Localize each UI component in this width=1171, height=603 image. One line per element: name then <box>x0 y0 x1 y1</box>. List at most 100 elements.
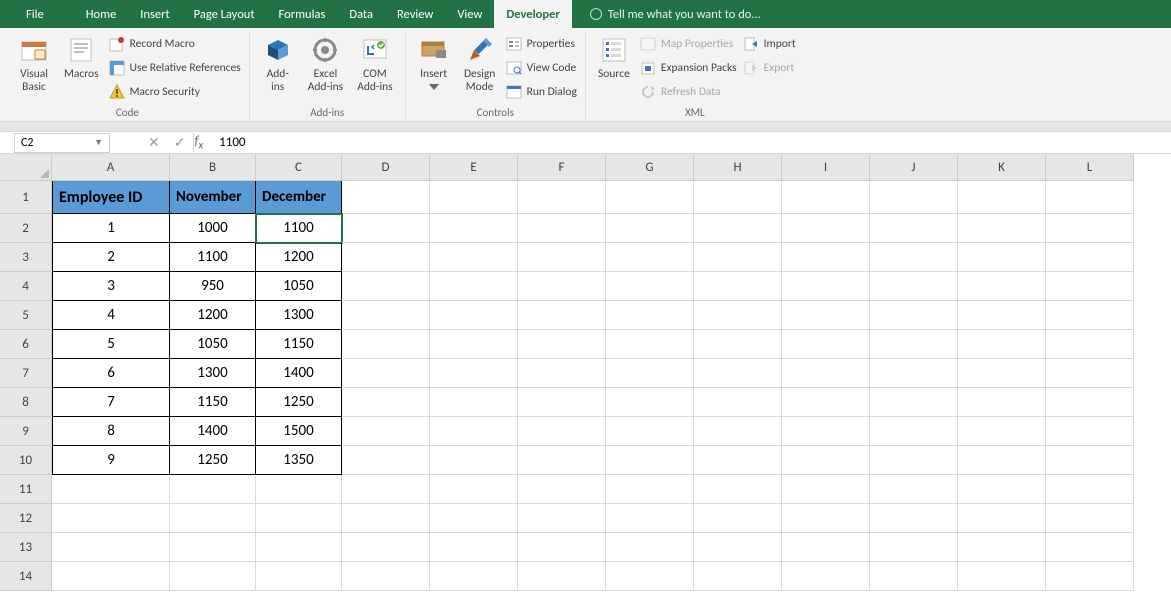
cell[interactable] <box>694 475 782 504</box>
cell[interactable] <box>518 417 606 446</box>
cell[interactable]: 1100 <box>256 214 342 243</box>
run-dialog-button[interactable]: Run Dialog <box>506 82 577 102</box>
cell[interactable]: November <box>170 181 256 214</box>
cell[interactable] <box>342 562 430 591</box>
cell[interactable] <box>958 181 1046 214</box>
cell[interactable] <box>342 330 430 359</box>
xml-source-button[interactable]: Source <box>594 32 634 106</box>
name-box[interactable]: C2 ▼ <box>14 133 110 153</box>
cell[interactable] <box>606 214 694 243</box>
cell[interactable] <box>606 330 694 359</box>
cell[interactable] <box>518 301 606 330</box>
cell[interactable] <box>430 272 518 301</box>
row-header[interactable]: 10 <box>0 446 52 475</box>
row-header[interactable]: 1 <box>0 181 52 214</box>
cell[interactable] <box>430 301 518 330</box>
cell[interactable] <box>430 359 518 388</box>
cell[interactable] <box>342 533 430 562</box>
cell[interactable]: 6 <box>52 359 170 388</box>
cell[interactable]: 3 <box>52 272 170 301</box>
macros-button[interactable]: Macros <box>60 32 103 106</box>
insert-controls-button[interactable]: Insert <box>414 32 454 106</box>
cell[interactable] <box>170 504 256 533</box>
cell[interactable]: 2 <box>52 243 170 272</box>
cell[interactable]: Employee ID <box>52 181 170 214</box>
com-addins-button[interactable]: COM Add-ins <box>353 32 396 106</box>
cell[interactable] <box>1046 330 1134 359</box>
cell[interactable] <box>430 446 518 475</box>
macro-security-button[interactable]: Macro Security <box>109 82 241 102</box>
column-header[interactable]: K <box>958 154 1046 181</box>
cell[interactable]: 9 <box>52 446 170 475</box>
xml-export-button[interactable]: Export <box>743 58 796 78</box>
tab-review[interactable]: Review <box>385 0 445 28</box>
cell[interactable] <box>870 243 958 272</box>
cell[interactable] <box>606 359 694 388</box>
cell[interactable] <box>52 562 170 591</box>
map-properties-button[interactable]: Map Properties <box>640 34 737 54</box>
cell[interactable] <box>782 301 870 330</box>
row-header[interactable]: 8 <box>0 388 52 417</box>
cell[interactable] <box>1046 562 1134 591</box>
cell[interactable] <box>958 243 1046 272</box>
column-header[interactable]: F <box>518 154 606 181</box>
refresh-data-button[interactable]: Refresh Data <box>640 82 737 102</box>
cell[interactable] <box>606 504 694 533</box>
cell[interactable] <box>342 417 430 446</box>
cell[interactable] <box>342 504 430 533</box>
cell[interactable] <box>606 417 694 446</box>
cell[interactable] <box>518 330 606 359</box>
cell[interactable]: 8 <box>52 417 170 446</box>
row-header[interactable]: 7 <box>0 359 52 388</box>
cell[interactable] <box>170 533 256 562</box>
cell[interactable] <box>170 475 256 504</box>
cell[interactable] <box>518 181 606 214</box>
cell[interactable] <box>870 475 958 504</box>
tab-developer[interactable]: Developer <box>494 0 571 28</box>
cell[interactable]: 1250 <box>256 388 342 417</box>
cell[interactable] <box>518 243 606 272</box>
tab-formulas[interactable]: Formulas <box>267 0 338 28</box>
cell[interactable]: 1300 <box>256 301 342 330</box>
properties-button[interactable]: Properties <box>506 34 577 54</box>
column-header[interactable]: I <box>782 154 870 181</box>
select-all-triangle[interactable] <box>0 154 52 181</box>
row-header[interactable]: 5 <box>0 301 52 330</box>
cell[interactable] <box>958 388 1046 417</box>
cell[interactable] <box>430 475 518 504</box>
cell[interactable] <box>694 388 782 417</box>
cell[interactable]: 1150 <box>170 388 256 417</box>
cell[interactable] <box>606 272 694 301</box>
tab-data[interactable]: Data <box>337 0 385 28</box>
cell[interactable] <box>518 214 606 243</box>
tab-file[interactable]: File <box>14 0 56 28</box>
cell[interactable] <box>342 359 430 388</box>
column-header[interactable]: C <box>256 154 342 181</box>
tab-insert[interactable]: Insert <box>128 0 181 28</box>
cell[interactable] <box>782 504 870 533</box>
cell[interactable] <box>606 388 694 417</box>
cell[interactable] <box>256 562 342 591</box>
row-header[interactable]: 11 <box>0 475 52 504</box>
cell[interactable] <box>958 562 1046 591</box>
cell[interactable] <box>870 214 958 243</box>
cell[interactable] <box>342 301 430 330</box>
view-code-button[interactable]: View Code <box>506 58 577 78</box>
cell[interactable] <box>958 272 1046 301</box>
cell[interactable] <box>782 446 870 475</box>
cell[interactable] <box>782 330 870 359</box>
cell[interactable]: 5 <box>52 330 170 359</box>
cell[interactable] <box>1046 359 1134 388</box>
cell[interactable] <box>430 533 518 562</box>
cell[interactable] <box>782 562 870 591</box>
cell[interactable] <box>518 272 606 301</box>
cell[interactable] <box>342 243 430 272</box>
row-header[interactable]: 6 <box>0 330 52 359</box>
cell[interactable]: 1350 <box>256 446 342 475</box>
cell[interactable]: December <box>256 181 342 214</box>
visual-basic-button[interactable]: Visual Basic <box>14 32 54 106</box>
cell[interactable] <box>782 214 870 243</box>
cell[interactable]: 1 <box>52 214 170 243</box>
cell[interactable] <box>782 417 870 446</box>
cell[interactable] <box>606 243 694 272</box>
